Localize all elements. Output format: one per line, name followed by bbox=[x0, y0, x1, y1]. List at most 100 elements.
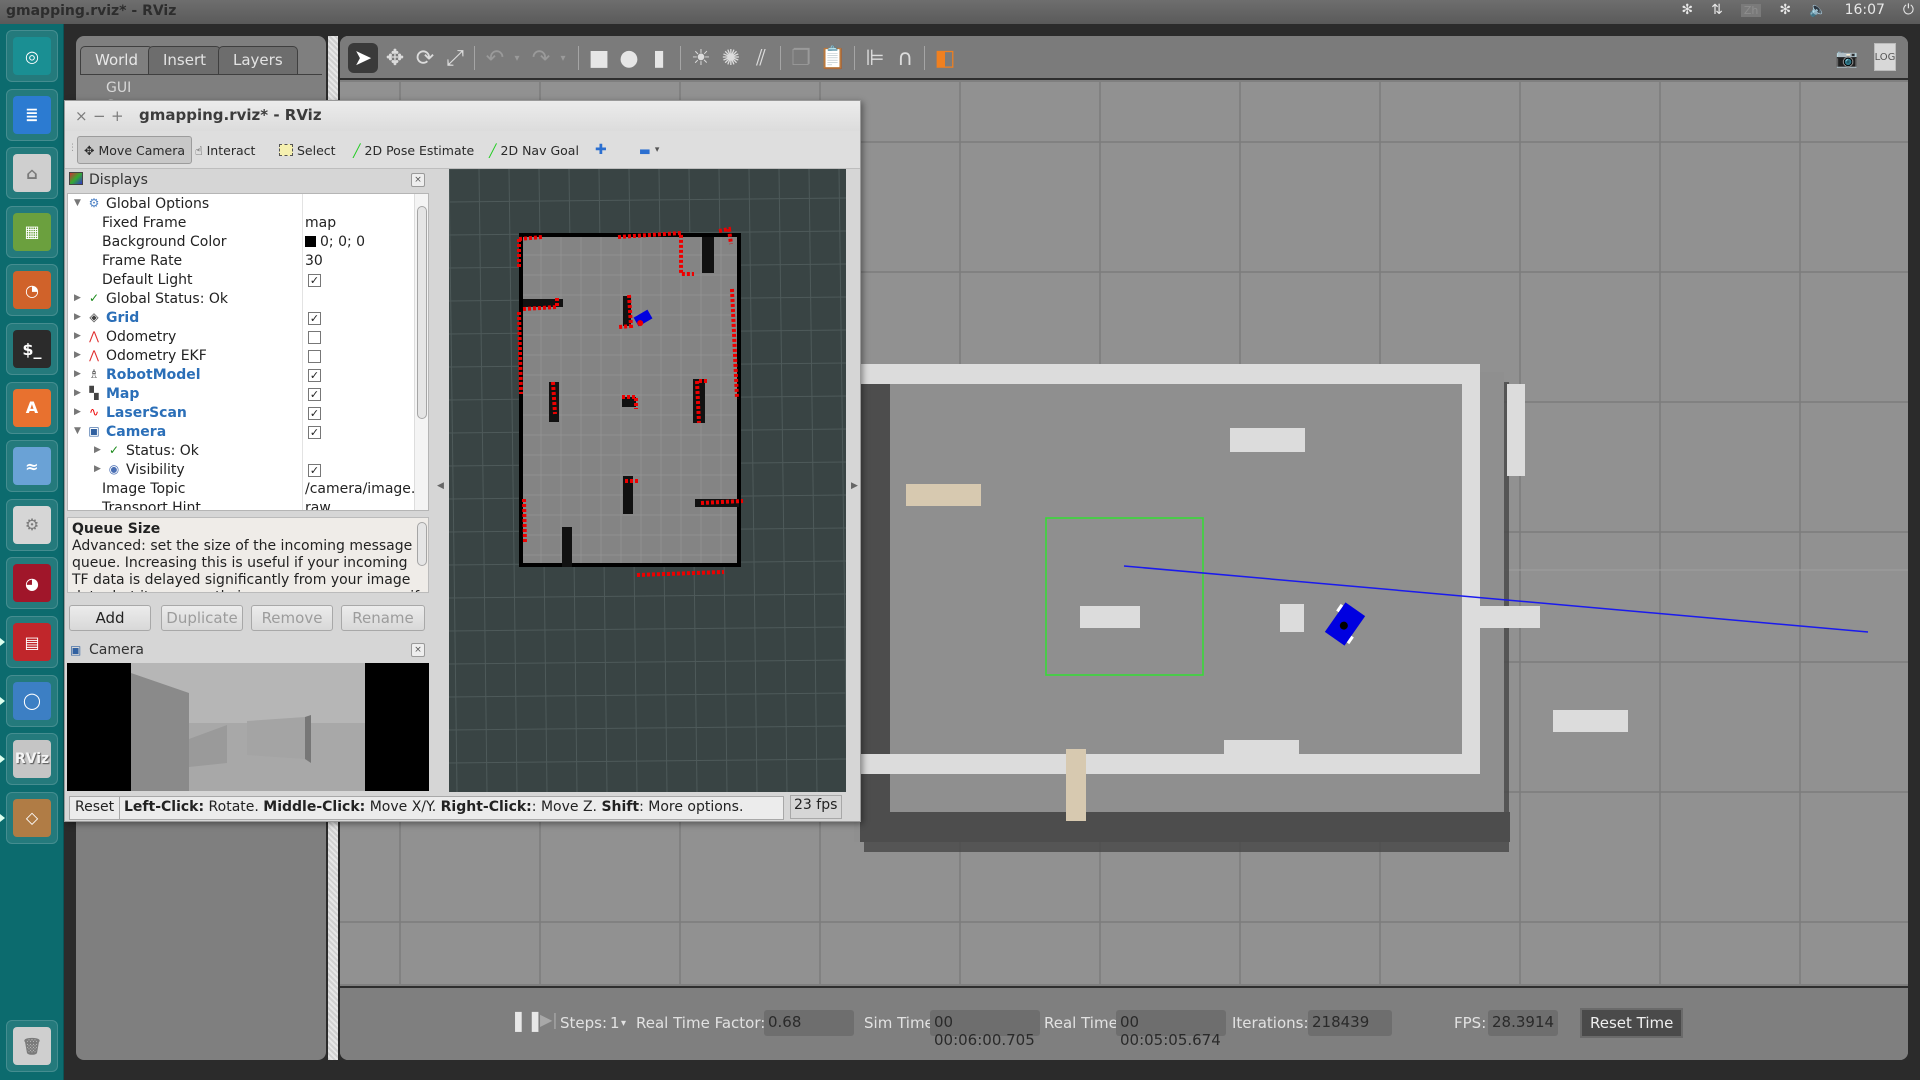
sphere-shape-icon[interactable]: ● bbox=[614, 43, 644, 73]
rotate-mode-icon[interactable]: ⟳ bbox=[410, 43, 440, 73]
select-mode-icon[interactable]: ➤ bbox=[348, 43, 378, 73]
cylinder-shape-icon[interactable]: ▮ bbox=[644, 43, 674, 73]
property-value[interactable]: map bbox=[305, 215, 336, 231]
rename-display-button[interactable]: Rename bbox=[341, 605, 425, 631]
launcher-chromium[interactable]: ◯ bbox=[6, 674, 58, 727]
display-row-odometry-ekf[interactable]: ▶ ⋀ Odometry EKF bbox=[68, 347, 413, 366]
launcher-gazebo-splash[interactable]: ◕ bbox=[6, 557, 58, 610]
launcher-files-home[interactable]: ⌂ bbox=[6, 147, 58, 200]
bluetooth-icon[interactable]: ✻ bbox=[1779, 2, 1791, 18]
launcher-gazebo[interactable]: ◇ bbox=[6, 791, 58, 844]
tab-world[interactable]: World bbox=[80, 46, 153, 74]
display-row-grid[interactable]: ▶ ◈ Grid ✓ bbox=[68, 309, 413, 328]
directional-light-icon[interactable]: ⫽ bbox=[746, 43, 776, 73]
rviz-3d-view[interactable] bbox=[449, 169, 846, 792]
property-value[interactable]: raw bbox=[305, 500, 331, 510]
paste-icon[interactable]: 📋 bbox=[818, 43, 848, 73]
launcher-ubuntu-dash[interactable]: ◎ bbox=[6, 30, 58, 82]
display-row-laserscan[interactable]: ▶ ∿ LaserScan ✓ bbox=[68, 404, 413, 423]
launcher-network-files[interactable]: ≈ bbox=[6, 440, 58, 493]
collapsed-arrow-icon[interactable]: ▶ bbox=[74, 369, 84, 379]
description-scrollbar[interactable] bbox=[417, 522, 427, 566]
launcher-rviz[interactable]: RViz bbox=[6, 733, 58, 786]
collapsed-arrow-icon[interactable]: ▶ bbox=[74, 388, 84, 398]
add-tool-icon[interactable]: ✚ bbox=[589, 136, 613, 164]
view-angle-icon[interactable]: ◧ bbox=[930, 43, 960, 73]
power-icon[interactable]: ⏻ bbox=[1903, 2, 1914, 18]
property-value[interactable]: 0; 0; 0 bbox=[305, 234, 365, 250]
screenshot-camera-icon[interactable]: 📷 bbox=[1832, 43, 1862, 73]
display-row-global-status-ok[interactable]: ▶ ✓ Global Status: Ok bbox=[68, 290, 413, 309]
enable-checkbox[interactable]: ✓ bbox=[308, 426, 321, 439]
remove-display-button[interactable]: Remove bbox=[251, 605, 333, 631]
property-value[interactable]: /camera/image. bbox=[305, 481, 415, 497]
display-row-robotmodel[interactable]: ▶ ♗ RobotModel ✓ bbox=[68, 366, 413, 385]
tool-move-camera[interactable]: ✥ Move Camera bbox=[77, 136, 193, 164]
launcher-libreoffice-writer[interactable]: ≣ bbox=[6, 88, 58, 141]
reset-time-button[interactable]: Reset Time bbox=[1580, 1008, 1684, 1038]
display-row-global-options[interactable]: ▼ ⚙ Global Options bbox=[68, 195, 413, 214]
tree-item-gui[interactable]: GUI bbox=[106, 80, 131, 96]
scale-mode-icon[interactable]: ⤢ bbox=[440, 43, 470, 73]
launcher-libreoffice-impress[interactable]: ◔ bbox=[6, 264, 58, 317]
maximize-icon[interactable]: + bbox=[111, 107, 124, 125]
enable-checkbox[interactable]: ✓ bbox=[308, 369, 321, 382]
bluetooth-icon[interactable]: ✻ bbox=[1681, 2, 1693, 18]
enable-checkbox[interactable]: ✓ bbox=[308, 388, 321, 401]
step-icon[interactable]: ▶| bbox=[540, 1010, 558, 1029]
collapsed-arrow-icon[interactable]: ▶ bbox=[74, 293, 84, 303]
collapsed-arrow-icon[interactable]: ▶ bbox=[74, 350, 84, 360]
display-row-default-light[interactable]: Default Light ✓ bbox=[68, 271, 413, 290]
launcher-software-center[interactable]: A bbox=[6, 381, 58, 434]
property-value[interactable]: 30 bbox=[305, 253, 323, 269]
tool-interact[interactable]: ☝ Interact bbox=[189, 136, 261, 164]
reset-view-button[interactable]: Reset bbox=[69, 796, 121, 820]
pause-icon[interactable]: ❚❚ bbox=[510, 1008, 544, 1032]
collapsed-arrow-icon[interactable]: ▶ bbox=[94, 445, 104, 455]
display-row-frame-rate[interactable]: Frame Rate 30 bbox=[68, 252, 413, 271]
enable-checkbox[interactable] bbox=[308, 331, 321, 344]
copy-icon[interactable]: ❐ bbox=[786, 43, 816, 73]
display-row-visibility[interactable]: ▶ ◉ Visibility ✓ bbox=[68, 461, 413, 480]
box-shape-icon[interactable]: ■ bbox=[584, 43, 614, 73]
display-row-status-ok[interactable]: ▶ ✓ Status: Ok bbox=[68, 442, 413, 461]
collapse-right-icon[interactable]: ▶ bbox=[851, 481, 858, 491]
tool-2d-pose-estimate[interactable]: ╱ 2D Pose Estimate bbox=[347, 136, 480, 164]
close-icon[interactable]: × bbox=[411, 643, 425, 657]
collapsed-arrow-icon[interactable]: ▶ bbox=[74, 312, 84, 322]
volume-icon[interactable]: 🔈 bbox=[1809, 2, 1826, 18]
collapsed-arrow-icon[interactable]: ▶ bbox=[94, 464, 104, 474]
toolbar-grip-icon[interactable]: ⋮ bbox=[68, 143, 77, 153]
tab-insert[interactable]: Insert bbox=[148, 46, 222, 74]
launcher-terminator[interactable]: ▤ bbox=[6, 616, 58, 668]
display-row-odometry[interactable]: ▶ ⋀ Odometry bbox=[68, 328, 413, 347]
point-light-icon[interactable]: ☀ bbox=[686, 43, 716, 73]
tree-scrollbar[interactable] bbox=[414, 194, 428, 510]
tool-2d-nav-goal[interactable]: ╱ 2D Nav Goal bbox=[483, 136, 585, 164]
display-row-image-topic[interactable]: Image Topic/camera/image. bbox=[68, 480, 415, 499]
add-display-button[interactable]: Add bbox=[69, 605, 151, 631]
close-icon[interactable]: × bbox=[75, 107, 88, 125]
enable-checkbox[interactable] bbox=[308, 350, 321, 363]
enable-checkbox[interactable]: ✓ bbox=[308, 274, 321, 287]
display-row-camera[interactable]: ▼ ▣ Camera ✓ bbox=[68, 423, 413, 442]
display-row-transport-hint[interactable]: Transport Hint raw bbox=[68, 499, 413, 510]
translate-mode-icon[interactable]: ✥ bbox=[380, 43, 410, 73]
scrollbar-thumb[interactable] bbox=[417, 206, 427, 419]
collapsed-arrow-icon[interactable]: ▶ bbox=[74, 407, 84, 417]
duplicate-display-button[interactable]: Duplicate bbox=[161, 605, 243, 631]
display-row-map[interactable]: ▶ ▚ Map ✓ bbox=[68, 385, 413, 404]
launcher-terminal[interactable]: $_ bbox=[6, 323, 58, 375]
tool-select[interactable]: Select bbox=[273, 136, 342, 164]
chevron-down-icon[interactable]: ▾ bbox=[621, 1018, 626, 1029]
enable-checkbox[interactable]: ✓ bbox=[308, 312, 321, 325]
clock[interactable]: 16:07 bbox=[1845, 2, 1885, 18]
chevron-down-icon[interactable]: ▾ bbox=[548, 43, 578, 73]
align-icon[interactable]: ⊫ bbox=[860, 43, 890, 73]
close-icon[interactable]: × bbox=[411, 173, 425, 187]
remove-tool-icon[interactable]: ▬ ▾ bbox=[633, 136, 665, 164]
expanded-arrow-icon[interactable]: ▼ bbox=[74, 426, 84, 436]
tab-layers[interactable]: Layers bbox=[218, 46, 298, 74]
rviz-titlebar[interactable]: × − + gmapping.rviz* - RViz bbox=[65, 101, 860, 131]
launcher-libreoffice-calc[interactable]: ▦ bbox=[6, 205, 58, 258]
